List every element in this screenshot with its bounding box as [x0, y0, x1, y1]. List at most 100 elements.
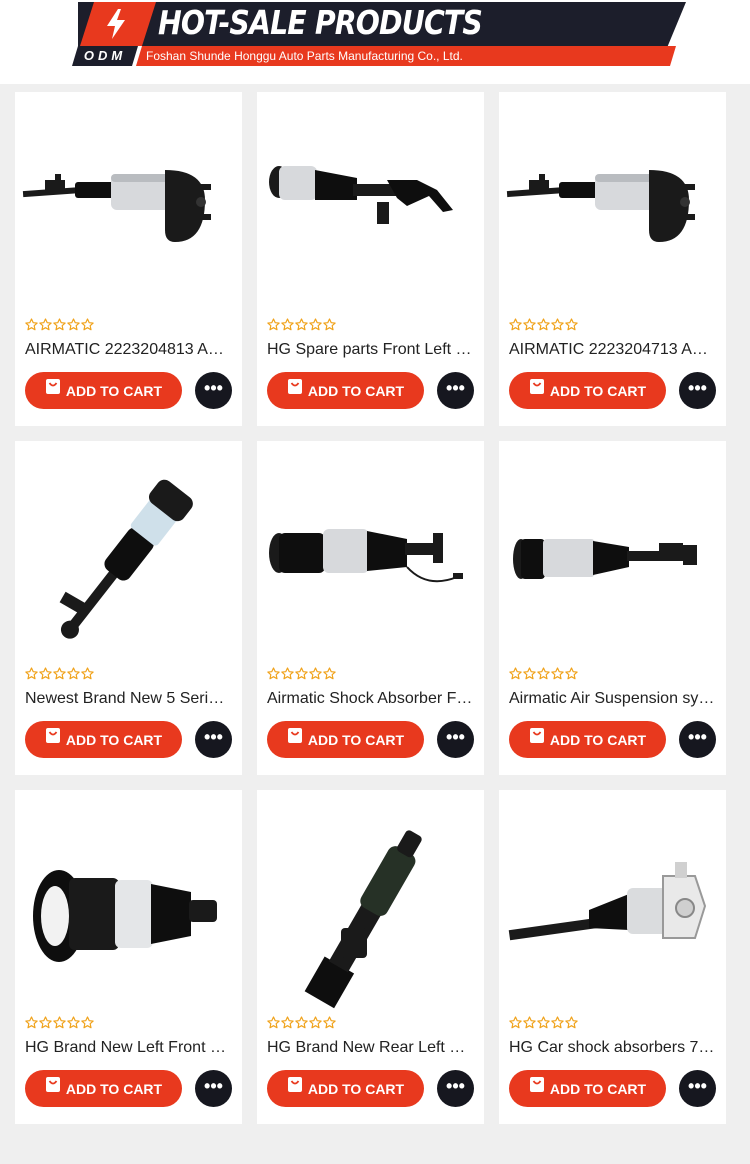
more-icon: ••• — [688, 726, 707, 747]
product-image-air-strut-with-fork[interactable] — [257, 100, 484, 316]
star-icon — [267, 318, 280, 332]
star-rating — [509, 1016, 578, 1030]
more-options-button[interactable]: ••• — [679, 721, 716, 758]
star-icon — [67, 318, 80, 332]
more-icon: ••• — [446, 726, 465, 747]
product-title[interactable]: Airmatic Air Suspension sy… — [509, 689, 716, 709]
star-rating — [267, 1016, 336, 1030]
add-to-cart-label: ADD TO CART — [65, 382, 163, 399]
add-to-cart-button[interactable]: ADD TO CART — [267, 1070, 424, 1107]
star-rating — [25, 1016, 94, 1030]
hot-sale-banner: HOT-SALE PRODUCTS ODM Foshan Shunde Hong… — [0, 0, 750, 84]
cart-icon — [287, 379, 302, 394]
product-card[interactable]: AIRMATIC 2223204813 A… ADD TO CART ••• — [15, 92, 242, 426]
product-title[interactable]: HG Brand New Left Front … — [25, 1038, 232, 1058]
more-options-button[interactable]: ••• — [437, 1070, 474, 1107]
star-icon — [53, 318, 66, 332]
star-icon — [281, 318, 294, 332]
star-rating — [267, 667, 336, 681]
product-card[interactable]: HG Brand New Rear Left … ADD TO CART ••• — [257, 790, 484, 1124]
product-card[interactable]: AIRMATIC 2223204713 A… ADD TO CART ••• — [499, 92, 726, 426]
star-icon — [565, 318, 578, 332]
add-to-cart-button[interactable]: ADD TO CART — [509, 372, 666, 409]
more-icon: ••• — [688, 377, 707, 398]
star-icon — [295, 667, 308, 681]
star-icon — [323, 1016, 336, 1030]
add-to-cart-label: ADD TO CART — [549, 731, 647, 748]
add-to-cart-button[interactable]: ADD TO CART — [267, 721, 424, 758]
more-icon: ••• — [688, 1075, 707, 1096]
product-title[interactable]: HG Car shock absorbers 7… — [509, 1038, 716, 1058]
star-rating — [25, 318, 94, 332]
more-options-button[interactable]: ••• — [195, 721, 232, 758]
product-title[interactable]: Airmatic Shock Absorber F… — [267, 689, 474, 709]
star-icon — [81, 1016, 94, 1030]
add-to-cart-label: ADD TO CART — [65, 1080, 163, 1097]
add-to-cart-label: ADD TO CART — [549, 1080, 647, 1097]
more-icon: ••• — [204, 1075, 223, 1096]
star-icon — [39, 1016, 52, 1030]
add-to-cart-button[interactable]: ADD TO CART — [267, 372, 424, 409]
product-card[interactable]: HG Spare parts Front Left … ADD TO CART … — [257, 92, 484, 426]
more-options-button[interactable]: ••• — [437, 372, 474, 409]
star-icon — [53, 1016, 66, 1030]
add-to-cart-label: ADD TO CART — [307, 1080, 405, 1097]
star-icon — [537, 318, 550, 332]
more-options-button[interactable]: ••• — [679, 372, 716, 409]
product-title[interactable]: HG Brand New Rear Left … — [267, 1038, 474, 1058]
cart-icon — [529, 1077, 544, 1092]
star-icon — [551, 1016, 564, 1030]
cart-icon — [45, 1077, 60, 1092]
more-icon: ••• — [446, 377, 465, 398]
more-options-button[interactable]: ••• — [195, 1070, 232, 1107]
star-icon — [551, 667, 564, 681]
star-rating — [267, 318, 336, 332]
product-image-air-strut-with-wire[interactable] — [257, 449, 484, 665]
product-title[interactable]: AIRMATIC 2223204713 A… — [509, 340, 716, 360]
add-to-cart-label: ADD TO CART — [65, 731, 163, 748]
product-card[interactable]: HG Car shock absorbers 7… ADD TO CART ••… — [499, 790, 726, 1124]
company-name: Foshan Shunde Honggu Auto Parts Manufact… — [136, 46, 676, 66]
add-to-cart-label: ADD TO CART — [549, 382, 647, 399]
add-to-cart-button[interactable]: ADD TO CART — [25, 1070, 182, 1107]
product-title[interactable]: AIRMATIC 2223204813 A… — [25, 340, 232, 360]
add-to-cart-button[interactable]: ADD TO CART — [25, 372, 182, 409]
cart-icon — [529, 379, 544, 394]
product-image-air-strut-long[interactable] — [499, 449, 726, 665]
star-icon — [67, 1016, 80, 1030]
product-image-rear-shock-bellows[interactable] — [257, 798, 484, 1014]
star-icon — [295, 318, 308, 332]
cart-icon — [45, 379, 60, 394]
add-to-cart-button[interactable]: ADD TO CART — [25, 721, 182, 758]
product-title[interactable]: HG Spare parts Front Left … — [267, 340, 474, 360]
star-rating — [509, 667, 578, 681]
more-icon: ••• — [204, 726, 223, 747]
product-image-air-strut-horizontal[interactable] — [499, 100, 726, 316]
lightning-bolt-icon — [107, 9, 125, 39]
star-icon — [309, 318, 322, 332]
product-image-air-spring-top-mount[interactable] — [15, 798, 242, 1014]
product-image-air-strut-knuckle[interactable] — [499, 798, 726, 1014]
star-rating — [25, 667, 94, 681]
product-title[interactable]: Newest Brand New 5 Seri… — [25, 689, 232, 709]
product-card[interactable]: Newest Brand New 5 Seri… ADD TO CART ••• — [15, 441, 242, 775]
star-icon — [323, 318, 336, 332]
star-icon — [281, 667, 294, 681]
cart-icon — [287, 1077, 302, 1092]
cart-icon — [287, 728, 302, 743]
more-options-button[interactable]: ••• — [437, 721, 474, 758]
product-card[interactable]: Airmatic Air Suspension sy… ADD TO CART … — [499, 441, 726, 775]
product-card[interactable]: Airmatic Shock Absorber F… ADD TO CART •… — [257, 441, 484, 775]
product-card[interactable]: HG Brand New Left Front … ADD TO CART ••… — [15, 790, 242, 1124]
more-options-button[interactable]: ••• — [195, 372, 232, 409]
product-image-air-strut-horizontal[interactable] — [15, 100, 242, 316]
product-image-air-strut-diagonal[interactable] — [15, 449, 242, 665]
add-to-cart-button[interactable]: ADD TO CART — [509, 721, 666, 758]
star-icon — [267, 1016, 280, 1030]
add-to-cart-label: ADD TO CART — [307, 731, 405, 748]
star-icon — [309, 1016, 322, 1030]
star-icon — [267, 667, 280, 681]
more-options-button[interactable]: ••• — [679, 1070, 716, 1107]
add-to-cart-button[interactable]: ADD TO CART — [509, 1070, 666, 1107]
star-icon — [509, 667, 522, 681]
